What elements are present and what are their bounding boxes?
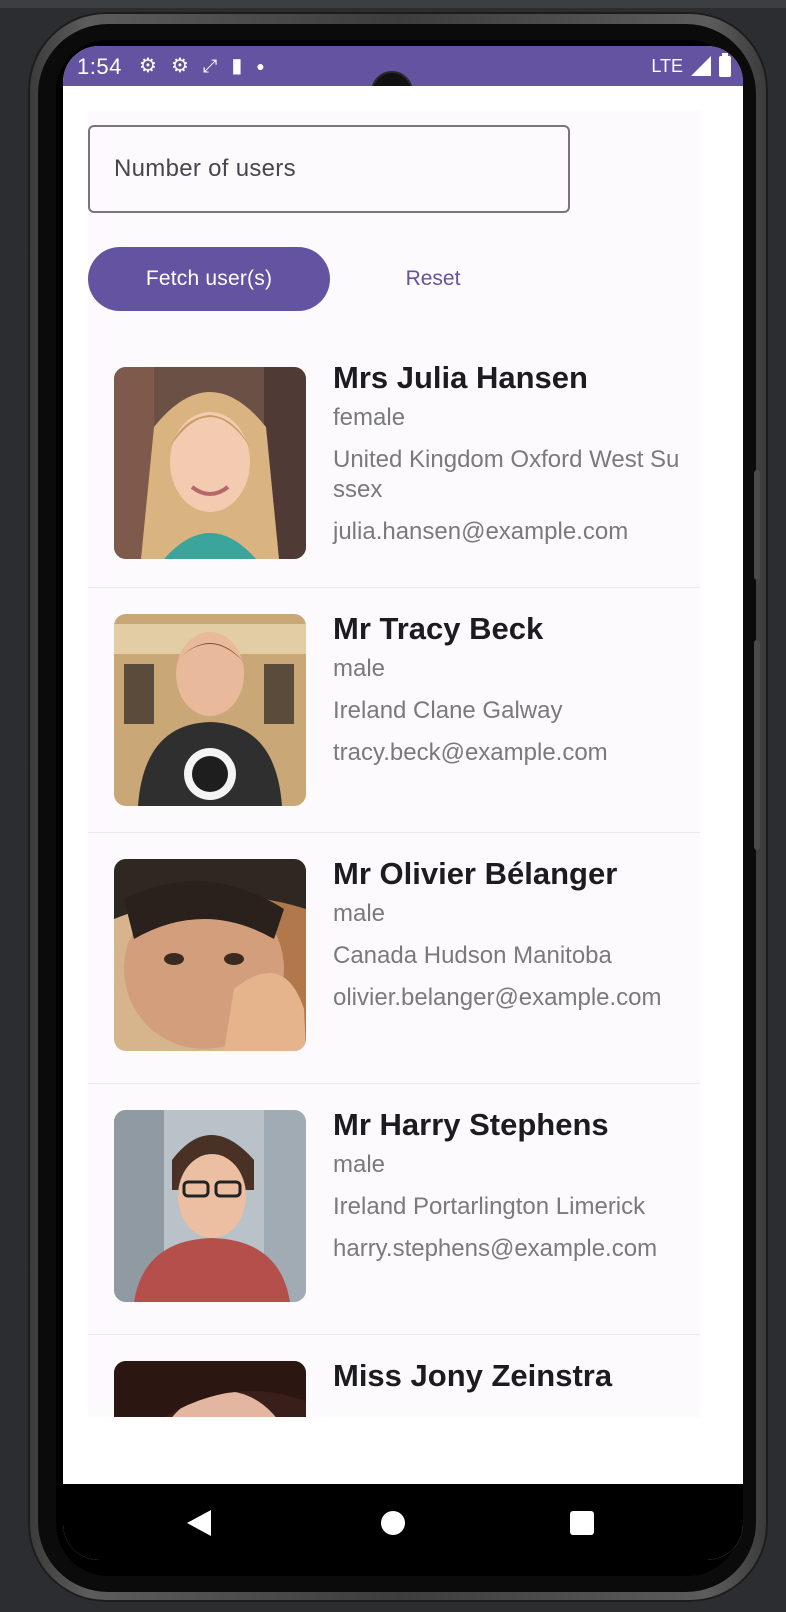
user-avatar <box>114 614 306 806</box>
user-list[interactable]: Mrs Julia Hansen female United Kingdom O… <box>88 337 700 1417</box>
status-time: 1:54 <box>77 54 122 79</box>
battery-icon <box>719 52 731 77</box>
power-button <box>754 640 760 850</box>
user-avatar <box>114 367 306 559</box>
user-email: julia.hansen@example.com <box>333 518 629 545</box>
signal-icon <box>691 56 711 76</box>
system-navigation-bar <box>63 1484 743 1560</box>
network-type: LTE <box>651 55 683 76</box>
user-location: Ireland Clane Galway <box>333 697 563 724</box>
user-details: Mr Harry Stephens male Ireland Portarlin… <box>333 1106 683 1264</box>
user-email: harry.stephens@example.com <box>333 1235 658 1262</box>
user-email: olivier.belanger@example.com <box>333 984 662 1011</box>
user-location: Ireland Portarlington Limerick <box>333 1193 646 1220</box>
user-avatar <box>114 1110 306 1302</box>
recent-apps-icon[interactable] <box>570 1511 594 1535</box>
user-name: Miss Jony Zeinstra <box>333 1358 613 1393</box>
user-avatar-image <box>114 367 306 559</box>
number-of-users-label: Number of users <box>114 155 296 182</box>
user-details: Mr Tracy Beck male Ireland Clane Galway … <box>333 610 683 768</box>
phone-screen: 1:54 ⚙ ⚙ ⤢ ▮ ● LTE Number of users Fetch… <box>63 46 743 1560</box>
user-details: Mr Olivier Bélanger male Canada Hudson M… <box>333 855 683 1013</box>
user-gender: female <box>333 404 406 431</box>
user-email: tracy.beck@example.com <box>333 739 608 766</box>
sync-icon: ⤢ <box>202 56 218 76</box>
reset-button[interactable]: Reset <box>373 247 493 311</box>
back-icon[interactable] <box>187 1510 211 1536</box>
dot-icon: ● <box>256 58 265 74</box>
user-avatar <box>114 1361 306 1417</box>
user-card[interactable]: Miss Jony Zeinstra <box>88 1335 700 1417</box>
home-icon[interactable] <box>381 1511 405 1535</box>
user-card[interactable]: Mr Tracy Beck male Ireland Clane Galway … <box>88 588 700 833</box>
user-card[interactable]: Mr Olivier Bélanger male Canada Hudson M… <box>88 833 700 1084</box>
user-location: Canada Hudson Manitoba <box>333 942 612 969</box>
user-name: Mrs Julia Hansen <box>333 360 588 395</box>
user-avatar <box>114 859 306 1051</box>
user-card[interactable]: Mr Harry Stephens male Ireland Portarlin… <box>88 1084 700 1335</box>
user-details: Mrs Julia Hansen female United Kingdom O… <box>333 359 683 547</box>
user-name: Mr Tracy Beck <box>333 611 544 646</box>
gear-icon: ⚙ <box>170 55 189 77</box>
user-name: Mr Harry Stephens <box>333 1107 609 1142</box>
user-details: Miss Jony Zeinstra <box>333 1357 683 1401</box>
emulator-top-bar <box>0 0 786 8</box>
volume-button <box>754 470 760 580</box>
gear-icon: ⚙ <box>139 55 157 77</box>
status-notification-icons: ⚙ ⚙ ⤢ ▮ ● <box>139 54 265 78</box>
user-gender: male <box>333 655 386 682</box>
user-avatar-image <box>114 1361 306 1417</box>
number-of-users-field[interactable]: Number of users <box>88 125 570 213</box>
user-location: United Kingdom Oxford West Sussex <box>333 446 680 503</box>
user-name: Mr Olivier Bélanger <box>333 856 618 891</box>
user-card[interactable]: Mrs Julia Hansen female United Kingdom O… <box>88 337 700 588</box>
user-avatar-image <box>114 1110 306 1302</box>
user-gender: male <box>333 1151 386 1178</box>
user-gender: male <box>333 900 386 927</box>
fetch-users-button[interactable]: Fetch user(s) <box>88 247 330 311</box>
sd-card-icon: ▮ <box>231 55 243 77</box>
user-avatar-image <box>114 614 306 806</box>
app-content: Number of users Fetch user(s) Reset Mrs … <box>63 86 743 1524</box>
status-system-icons: LTE <box>651 52 731 78</box>
main-panel: Number of users Fetch user(s) Reset Mrs … <box>88 111 700 1417</box>
user-avatar-image <box>114 859 306 1051</box>
